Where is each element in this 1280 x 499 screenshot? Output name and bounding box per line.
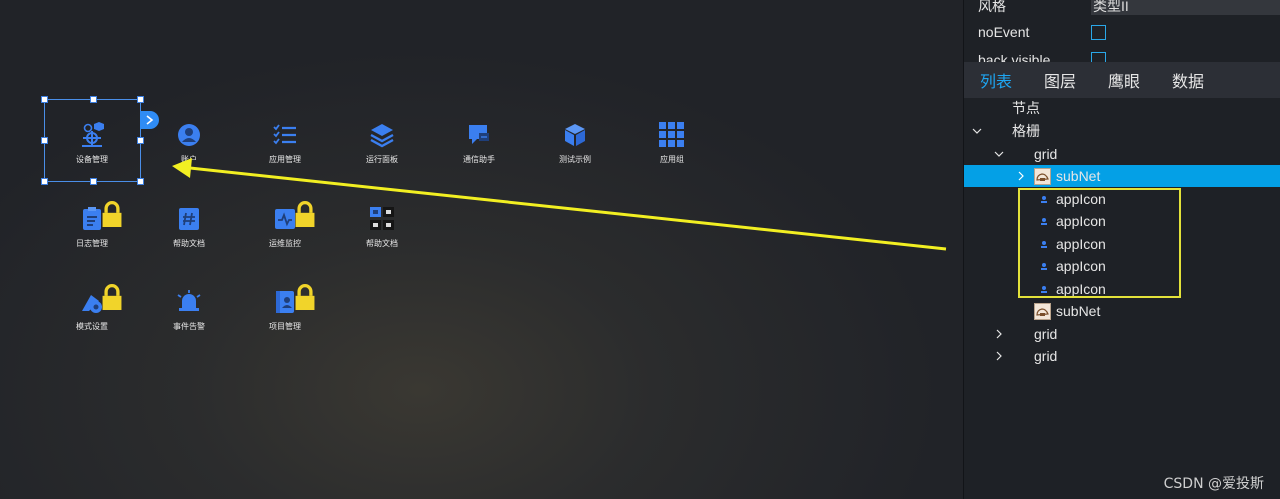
- resize-handle-top-right[interactable]: [137, 96, 144, 103]
- app-label: 项目管理: [269, 322, 301, 331]
- resize-handle-bottom-right[interactable]: [137, 178, 144, 185]
- panel-tabs: 列表 图层 鹰眼 数据: [964, 62, 1280, 98]
- monitor-icon: [272, 201, 315, 232]
- app-group-small-icon: [369, 206, 395, 232]
- prop-name: 风格: [978, 0, 1006, 14]
- cube-icon: [562, 122, 588, 148]
- tree-item-label: grid: [1034, 348, 1058, 364]
- account-icon: [176, 122, 202, 148]
- app-label: 运维监控: [269, 239, 301, 248]
- subnet-icon: [1034, 168, 1051, 185]
- style-select[interactable]: 类型II: [1091, 0, 1280, 15]
- app-tile-account[interactable]: 账户: [144, 122, 234, 182]
- prop-row-noevent: noEvent: [964, 20, 1280, 46]
- chat-icon: [466, 122, 492, 148]
- watermark: CSDN @爱投斯: [1163, 476, 1264, 492]
- app-tile-ops-monitor[interactable]: 运维监控: [240, 201, 330, 266]
- app-label: 运行面板: [366, 155, 398, 164]
- app-tile-help-docs-2[interactable]: 帮助文档: [337, 206, 427, 266]
- prop-row-style: 风格 类型II: [964, 0, 1280, 18]
- chevron-right-icon[interactable]: [1014, 165, 1028, 187]
- project-book-icon: [272, 284, 315, 315]
- app-label: 账户: [181, 155, 197, 164]
- app-label: 应用组: [660, 155, 684, 164]
- resize-handle-right[interactable]: [137, 137, 144, 144]
- hash-book-icon: [176, 206, 202, 232]
- lock-icon: [99, 284, 122, 310]
- subnet-icon: [1034, 303, 1051, 320]
- app-tile-test-example[interactable]: 测试示例: [530, 122, 620, 182]
- resize-handle-bottom-left[interactable]: [41, 178, 48, 185]
- annotation-highlight-box: [1018, 188, 1181, 298]
- tab-list[interactable]: 列表: [980, 68, 1012, 92]
- app-tile-mode-settings[interactable]: 模式设置: [47, 284, 137, 349]
- tree-item-label: grid: [1034, 146, 1058, 162]
- app-label: 测试示例: [559, 155, 591, 164]
- resize-handle-top[interactable]: [90, 96, 97, 103]
- app-label: 日志管理: [76, 239, 108, 248]
- app-label: 帮助文档: [366, 239, 398, 248]
- lock-icon: [292, 284, 315, 310]
- tree-item-label: subNet: [1056, 303, 1101, 319]
- tree-item-subnet-selected[interactable]: subNet: [964, 165, 1280, 187]
- log-icon: [79, 201, 122, 232]
- chevron-right-icon[interactable]: [992, 345, 1006, 367]
- app-tile-app-group[interactable]: 应用组: [627, 122, 717, 182]
- expand-button[interactable]: [140, 111, 159, 129]
- app-label: 事件告警: [173, 322, 205, 331]
- app-tile-event-alarm[interactable]: 事件告警: [144, 289, 234, 349]
- tree-item-label: grid: [1034, 326, 1058, 342]
- app-label: 通信助手: [463, 155, 495, 164]
- tree-item-node[interactable]: 节点: [964, 97, 1280, 119]
- app-management-icon: [272, 122, 298, 148]
- layers-icon: [369, 122, 395, 148]
- app-tile-project-management[interactable]: 项目管理: [240, 284, 330, 349]
- tab-data[interactable]: 数据: [1172, 68, 1204, 92]
- resize-handle-bottom[interactable]: [90, 178, 97, 185]
- properties-panel: 风格 类型II noEvent back visible 列表 图层 鹰眼 数据…: [963, 0, 1280, 499]
- app-tile-run-panel[interactable]: 运行面板: [337, 122, 427, 182]
- resize-handle-left[interactable]: [41, 137, 48, 144]
- tab-eagle-eye[interactable]: 鹰眼: [1108, 68, 1140, 92]
- tree-item-grid[interactable]: grid: [964, 143, 1280, 165]
- chevron-right-icon[interactable]: [992, 323, 1006, 345]
- alarm-bell-icon: [176, 289, 202, 315]
- selection-box[interactable]: [41, 96, 144, 185]
- app-tile-log-management[interactable]: 日志管理: [47, 201, 137, 266]
- app-label: 应用管理: [269, 155, 301, 164]
- chevron-down-icon[interactable]: [992, 143, 1006, 165]
- app-tile-app-management[interactable]: 应用管理: [240, 122, 330, 182]
- tree-item-label: 节点: [1012, 100, 1040, 116]
- tree-item-grid[interactable]: grid: [964, 345, 1280, 367]
- lock-icon: [292, 201, 315, 227]
- back-visible-checkbox[interactable]: [1091, 52, 1106, 62]
- tree-item-grid[interactable]: grid: [964, 323, 1280, 345]
- prop-name: noEvent: [978, 24, 1030, 40]
- app-tile-chat-assistant[interactable]: 通信助手: [434, 122, 524, 182]
- chevron-down-icon[interactable]: [970, 120, 984, 142]
- tree-item-label: 格栅: [1012, 123, 1040, 139]
- tab-layers[interactable]: 图层: [1044, 68, 1076, 92]
- prop-name: back visible: [978, 52, 1051, 62]
- prop-row-back-visible: back visible: [964, 47, 1280, 62]
- app-label: 帮助文档: [173, 239, 205, 248]
- lock-icon: [99, 201, 122, 227]
- resize-handle-top-left[interactable]: [41, 96, 48, 103]
- tree-item-subnet[interactable]: subNet: [964, 300, 1280, 322]
- mode-settings-icon: [79, 284, 122, 315]
- app-tile-help-docs[interactable]: 帮助文档: [144, 206, 234, 266]
- tree-item-label: subNet: [1056, 168, 1101, 184]
- noevent-checkbox[interactable]: [1091, 25, 1106, 40]
- chevron-right-icon: [146, 115, 154, 125]
- topology-canvas[interactable]: 设备管理 账户 应用管理 运行面板 通信助手 测试示例 应用组 日志管理 帮助文…: [0, 0, 963, 499]
- app-group-icon: [659, 122, 685, 148]
- app-label: 模式设置: [76, 322, 108, 331]
- tree-item-grille[interactable]: 格栅: [964, 120, 1280, 142]
